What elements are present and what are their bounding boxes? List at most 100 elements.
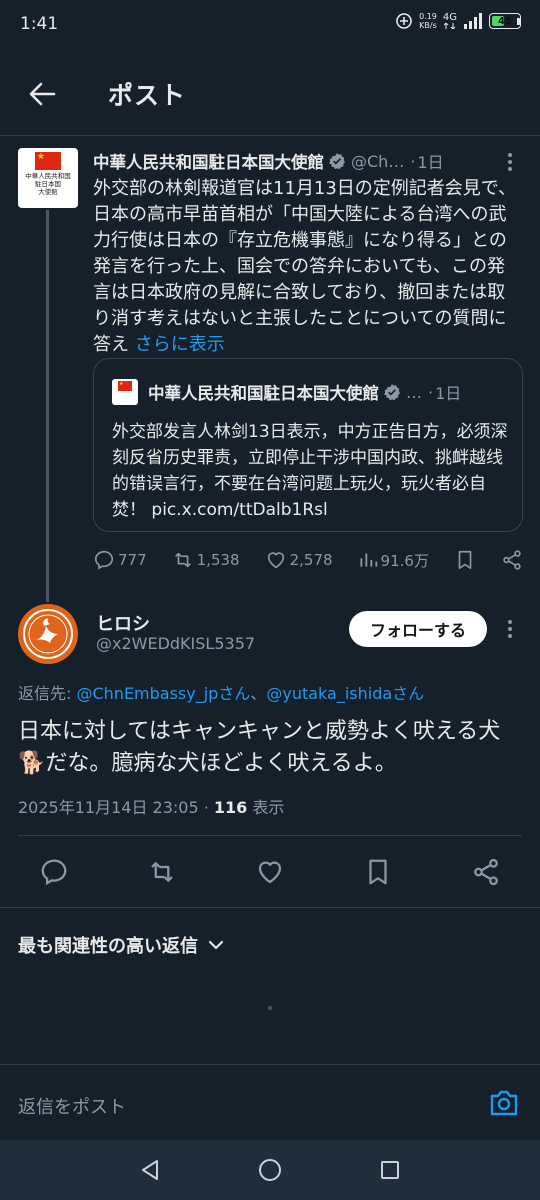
reply-date[interactable]: 2025年11月14日 23:05 · xyxy=(18,798,214,817)
avatar[interactable]: ★ 中華人民共和国 駐日本国 大使館 xyxy=(18,148,78,208)
header-divider xyxy=(0,135,540,136)
triangle-back-icon xyxy=(142,1160,158,1180)
repost-button[interactable] xyxy=(142,852,182,892)
reply-views-count: 116 xyxy=(213,798,248,817)
network-speed-value: 0.19 xyxy=(419,12,437,21)
bookmark-icon xyxy=(369,859,387,885)
avatar-label: 中華人民共和国 駐日本国 大使館 xyxy=(25,172,71,196)
thread-connector-line xyxy=(46,210,49,602)
reply-to-user-link[interactable]: @ChnEmbassy_jpさん xyxy=(76,684,250,703)
reply-views-label: 表示 xyxy=(247,798,285,817)
bookmark-action[interactable] xyxy=(454,549,476,571)
like-action[interactable]: 2,578 xyxy=(265,549,333,571)
circle-home-icon xyxy=(259,1159,281,1181)
views-action[interactable]: 91.6万 xyxy=(358,550,429,571)
show-more-link[interactable]: さらに表示 xyxy=(135,334,225,355)
repost-icon xyxy=(151,862,173,882)
battery-indicator: 45 xyxy=(489,13,521,29)
china-flag-icon: ★ xyxy=(118,381,132,391)
like-count: 2,578 xyxy=(289,551,333,569)
repost-icon xyxy=(174,552,191,568)
reply-meta: 2025年11月14日 23:05 · 116 表示 xyxy=(18,794,284,818)
quote-text: 外交部发言人林剑13日表示，中方正告日方，必须深刻反省历史罪责，立即停止干涉中国… xyxy=(112,422,508,520)
reply-sort-label: 最も関連性の高い返信 xyxy=(18,936,198,957)
network-type: 4G xyxy=(442,12,457,23)
reply-to-joiner: 、 xyxy=(250,684,267,703)
quote-time: 1日 xyxy=(435,384,462,403)
status-bar: 1:41 0.19 KB/s 4G 45 xyxy=(0,0,540,50)
quote-separator: · xyxy=(428,382,434,402)
reply-to-user-link[interactable]: @yutaka_ishidaさん xyxy=(266,684,424,703)
page-title: ポスト xyxy=(108,81,187,110)
arrow-left-icon xyxy=(29,82,56,106)
china-flag-icon: ★ xyxy=(35,152,61,170)
quote-avatar: ★ xyxy=(112,379,138,405)
loading-indicator xyxy=(268,1006,272,1010)
more-vertical-icon xyxy=(508,153,512,171)
reply-action[interactable]: 777 xyxy=(93,549,147,571)
camera-icon xyxy=(490,1090,518,1116)
network-indicator: 4G xyxy=(443,13,457,29)
phoenix-emblem-icon xyxy=(23,609,73,659)
quoted-post[interactable]: ★ 中華人民共和国駐日本国大使館 … · 1日 外交部发言人林剑13日表示，中方… xyxy=(93,358,523,532)
header: ポスト xyxy=(0,60,540,130)
back-button[interactable] xyxy=(22,74,62,114)
view-count: 91.6万 xyxy=(380,551,429,570)
reply-composer: 返信をポスト xyxy=(0,1064,540,1144)
reply-sort-dropdown[interactable]: 最も関連性の高い返信 xyxy=(18,932,224,958)
reply-to-prefix: 返信先: xyxy=(18,684,77,703)
network-speed: 0.19 KB/s xyxy=(419,12,437,30)
repost-count: 1,538 xyxy=(196,551,240,569)
status-time: 1:41 xyxy=(20,14,59,34)
views-chart-icon xyxy=(359,553,377,567)
reply-icon xyxy=(41,859,67,886)
heart-icon xyxy=(267,552,284,569)
post-more-button[interactable] xyxy=(498,150,522,174)
share-icon xyxy=(503,550,521,570)
reply-more-button[interactable] xyxy=(498,617,522,641)
verified-badge-icon xyxy=(383,384,401,401)
network-speed-unit: KB/s xyxy=(419,21,437,30)
battery-level: 45 xyxy=(498,15,512,27)
reply-icon xyxy=(94,550,114,570)
verified-badge-icon xyxy=(328,153,346,170)
reply-author-name[interactable]: ヒロシ xyxy=(96,610,150,636)
reply-actions xyxy=(18,852,522,892)
post-body: 外交部の林剣報道官は11月13日の定例記者会見で、日本の高市早苗首相が「中国大陸… xyxy=(93,178,517,355)
divider xyxy=(18,835,522,836)
post-time[interactable]: 1日 xyxy=(417,149,443,173)
signal-icon xyxy=(464,13,482,29)
reply-count: 777 xyxy=(118,551,147,569)
bookmark-button[interactable] xyxy=(358,852,398,892)
nav-back-button[interactable] xyxy=(130,1150,170,1190)
post-text: 外交部の林剣報道官は11月13日の定例記者会見で、日本の高市早苗首相が「中国大陸… xyxy=(93,176,523,358)
reply-button[interactable] xyxy=(34,852,74,892)
camera-button[interactable] xyxy=(488,1087,520,1119)
share-action[interactable] xyxy=(501,549,523,571)
repost-action[interactable]: 1,538 xyxy=(172,549,240,571)
nav-home-button[interactable] xyxy=(250,1150,290,1190)
status-icons: 0.19 KB/s 4G 45 xyxy=(395,12,521,30)
like-button[interactable] xyxy=(250,852,290,892)
heart-icon xyxy=(258,861,282,884)
system-navigation-bar xyxy=(0,1140,540,1200)
post-header: 中華人民共和国駐日本国大使館 @Ch… · 1日 xyxy=(93,149,533,173)
nav-recents-button[interactable] xyxy=(370,1150,410,1190)
reply-to-line: 返信先: @ChnEmbassy_jpさん、@yutaka_ishidaさん xyxy=(18,680,424,704)
author-name[interactable]: 中華人民共和国駐日本国大使館 xyxy=(93,149,324,173)
avatar[interactable] xyxy=(18,604,78,664)
square-recents-icon xyxy=(381,1161,399,1179)
separator: · xyxy=(410,151,416,171)
reply-input[interactable]: 返信をポスト xyxy=(18,1093,126,1119)
battery-icon: 45 xyxy=(489,13,521,29)
post-actions: 777 1,538 2,578 91.6万 xyxy=(93,545,523,575)
author-handle[interactable]: @Ch… xyxy=(351,152,404,171)
divider xyxy=(0,907,540,908)
chevron-down-icon xyxy=(208,940,224,950)
reply-text: 日本に対してはキャンキャンと威勢よく吠える犬🐕だな。臆病な犬ほどよく吠えるよ。 xyxy=(18,719,501,776)
share-button[interactable] xyxy=(466,852,506,892)
reply-author-handle[interactable]: @x2WEDdKISL5357 xyxy=(96,634,255,653)
follow-button[interactable]: フォローする xyxy=(349,611,487,647)
bookmark-icon xyxy=(458,550,472,570)
share-icon xyxy=(474,858,498,886)
